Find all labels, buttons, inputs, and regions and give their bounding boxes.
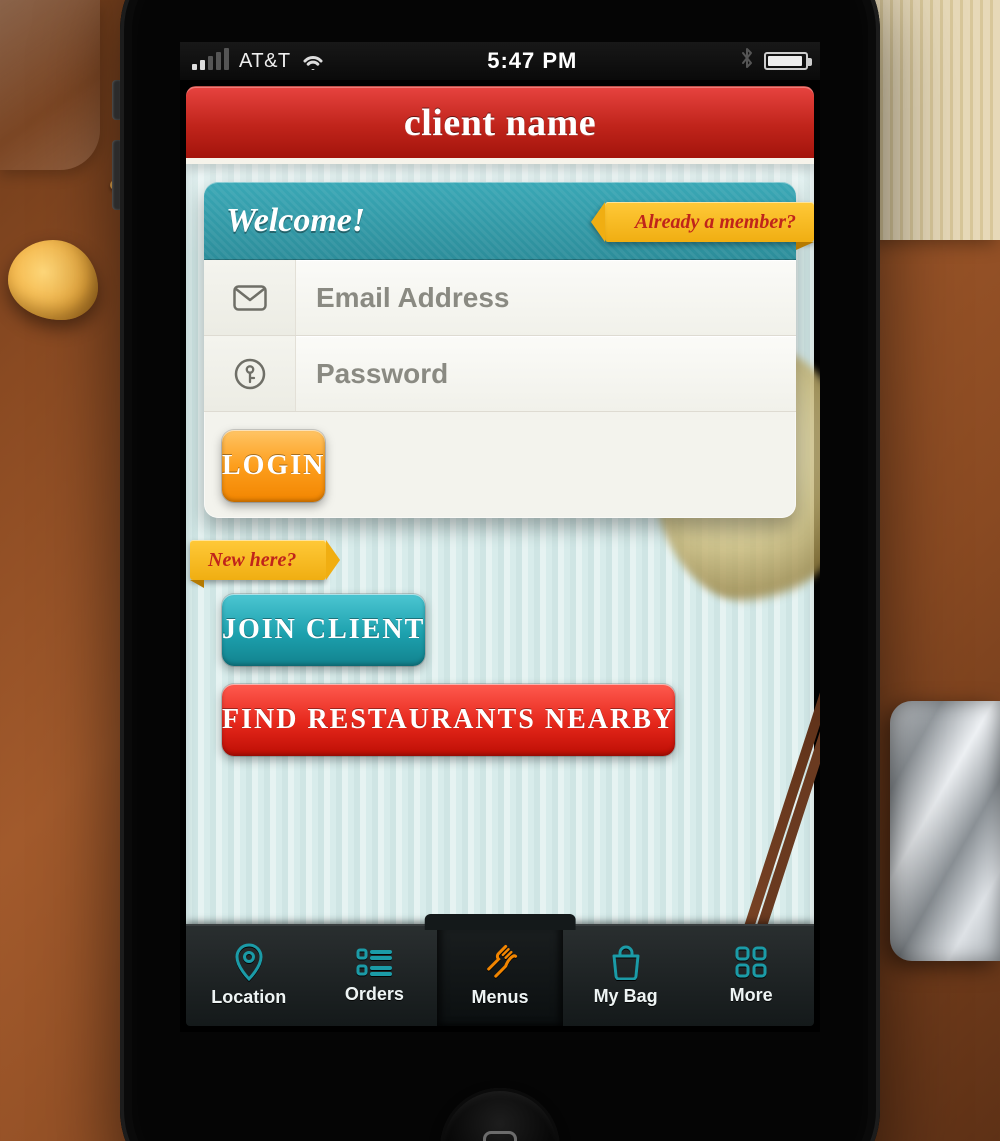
signup-panel: New here? JOIN CLIENT FIND RESTAURANTS N… [204, 540, 796, 760]
welcome-heading: Welcome! [226, 202, 365, 240]
key-icon [204, 336, 296, 411]
pin-icon [233, 943, 265, 981]
home-button-glyph [483, 1131, 517, 1141]
tab-label: More [730, 985, 773, 1006]
signal-strength-icon [192, 52, 229, 70]
plastic-wrapper-prop [0, 0, 100, 170]
tab-menus[interactable]: Menus [437, 924, 563, 1026]
bluetooth-icon [740, 47, 754, 75]
tab-orders[interactable]: Orders [312, 924, 438, 1026]
mail-icon [204, 260, 296, 335]
tab-label: Orders [345, 984, 404, 1005]
wifi-icon [301, 52, 325, 70]
new-here-ribbon: New here? [190, 540, 326, 580]
tab-location[interactable]: Location [186, 924, 312, 1026]
placemat-prop [870, 0, 1000, 240]
phone-frame: AT&T 5:47 PM client name [120, 0, 880, 1141]
email-row [204, 260, 796, 336]
find-restaurants-button[interactable]: FIND RESTAURANTS NEARBY [222, 684, 675, 756]
tab-label: Location [211, 987, 286, 1008]
tab-more[interactable]: More [688, 924, 814, 1026]
password-field[interactable] [296, 336, 796, 411]
carrier-label: AT&T [239, 50, 291, 73]
status-bar: AT&T 5:47 PM [180, 42, 820, 80]
tab-bar: Location Orders [186, 924, 814, 1026]
list-icon [356, 946, 392, 978]
screen: AT&T 5:47 PM client name [180, 42, 820, 1032]
password-row [204, 336, 796, 412]
volume-button [112, 140, 120, 210]
foil-tray-prop [890, 701, 1000, 961]
mute-switch [112, 80, 120, 120]
battery-icon [764, 52, 808, 70]
utensils-icon [481, 943, 519, 981]
login-panel: Welcome! Already a member? [204, 182, 796, 518]
join-client-button[interactable]: JOIN CLIENT [222, 594, 425, 666]
app-title: client name [404, 101, 596, 145]
email-field[interactable] [296, 260, 796, 335]
already-member-ribbon: Already a member? [605, 202, 814, 242]
app-header: client name [186, 86, 814, 158]
fortune-cookie-prop [8, 240, 98, 320]
content-area: Welcome! Already a member? [186, 158, 814, 924]
home-button[interactable] [440, 1088, 560, 1141]
tab-mybag[interactable]: My Bag [563, 924, 689, 1026]
tab-label: My Bag [594, 986, 658, 1007]
tab-label: Menus [471, 987, 528, 1008]
bag-icon [609, 944, 643, 980]
clock: 5:47 PM [325, 48, 740, 74]
login-panel-header: Welcome! Already a member? [204, 182, 796, 260]
grid-icon [734, 945, 768, 979]
login-button[interactable]: LOGIN [222, 430, 325, 502]
